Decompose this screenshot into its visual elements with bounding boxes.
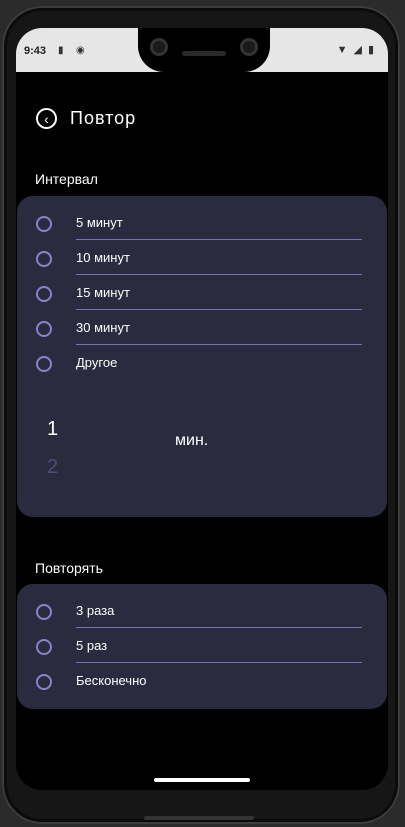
sd-card-icon: ▮ <box>58 45 64 56</box>
interval-section-label: Интервал <box>35 171 98 187</box>
divider <box>76 627 362 628</box>
status-bar: 9:43 ▮ ◉ ▼ ◢ ▮ <box>16 28 388 72</box>
home-indicator[interactable] <box>154 778 250 782</box>
back-button[interactable]: ‹ <box>36 108 57 129</box>
earpiece <box>182 51 226 56</box>
chevron-left-icon: ‹ <box>44 110 49 127</box>
divider <box>76 662 362 663</box>
interval-option-10min[interactable]: 10 минут <box>17 241 387 276</box>
radio-icon[interactable] <box>36 356 52 372</box>
camera-right-icon <box>240 38 258 56</box>
radio-icon[interactable] <box>36 251 52 267</box>
divider <box>76 274 362 275</box>
battery-icon: ▮ <box>367 44 374 56</box>
repeat-option-infinite[interactable]: Бесконечно <box>17 664 387 699</box>
sync-icon: ◉ <box>76 45 85 56</box>
option-label: 15 минут <box>76 285 130 300</box>
camera-left-icon <box>150 38 168 56</box>
divider <box>76 239 362 240</box>
divider <box>76 309 362 310</box>
repeat-section-label: Повторять <box>35 560 103 576</box>
option-label: 30 минут <box>76 320 130 335</box>
radio-icon[interactable] <box>36 321 52 337</box>
number-picker-next[interactable]: 2 <box>47 456 58 479</box>
repeat-option-5[interactable]: 5 раз <box>17 629 387 664</box>
option-label: 5 раз <box>76 638 108 653</box>
screen: 9:43 ▮ ◉ ▼ ◢ ▮ ‹ Повтор Интервал 5 минут… <box>16 28 388 790</box>
radio-icon[interactable] <box>36 639 52 655</box>
wifi-icon: ▼ <box>336 43 348 56</box>
signal-icon: ◢ <box>353 44 362 56</box>
phone-frame: 9:43 ▮ ◉ ▼ ◢ ▮ ‹ Повтор Интервал 5 минут… <box>2 6 400 824</box>
option-label: Другое <box>76 355 118 370</box>
option-label: Бесконечно <box>76 673 147 688</box>
option-label: 3 раза <box>76 603 115 618</box>
page-title: Повтор <box>70 108 137 128</box>
interval-option-15min[interactable]: 15 минут <box>17 276 387 311</box>
radio-icon[interactable] <box>36 604 52 620</box>
top-bar: ‹ Повтор <box>36 108 136 129</box>
status-time: 9:43 <box>24 45 47 57</box>
interval-option-30min[interactable]: 30 минут <box>17 311 387 346</box>
picker-unit-label: мин. <box>175 432 209 449</box>
repeat-option-3[interactable]: 3 раза <box>17 594 387 629</box>
divider <box>76 344 362 345</box>
radio-icon[interactable] <box>36 286 52 302</box>
interval-card: 5 минут 10 минут 15 минут 30 минут Друго <box>17 196 387 517</box>
option-label: 5 минут <box>76 215 123 230</box>
number-picker-current[interactable]: 1 <box>47 418 58 441</box>
camera-notch <box>138 28 270 72</box>
bottom-speaker <box>144 816 254 820</box>
option-label: 10 минут <box>76 250 130 265</box>
interval-option-other[interactable]: Другое <box>17 346 387 381</box>
repeat-card: 3 раза 5 раз Бесконечно <box>17 584 387 709</box>
radio-icon[interactable] <box>36 674 52 690</box>
status-icons: ▼ ◢ ▮ <box>336 43 374 57</box>
radio-icon[interactable] <box>36 216 52 232</box>
interval-option-5min[interactable]: 5 минут <box>17 206 387 241</box>
